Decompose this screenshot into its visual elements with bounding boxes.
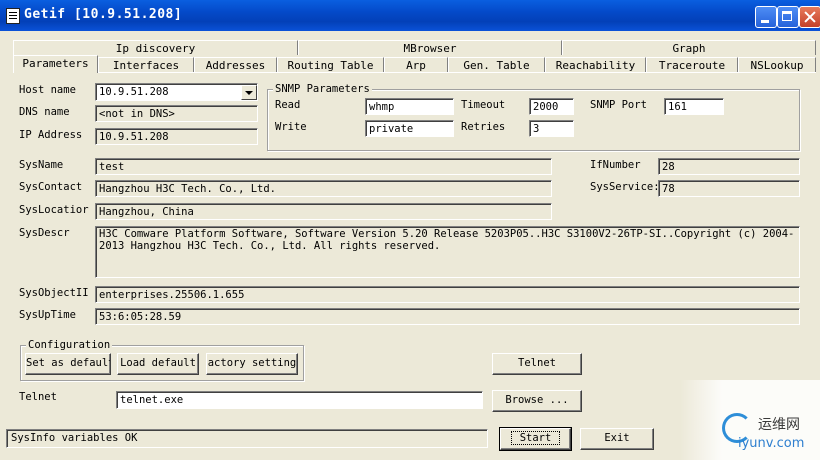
- sysuptime-label: SysUpTime: [19, 309, 76, 321]
- sysuptime-field: 53:6:05:28.59: [95, 308, 800, 325]
- write-community-label: Write: [275, 121, 307, 133]
- read-community-input[interactable]: whmp: [365, 98, 454, 115]
- factory-setting-button[interactable]: actory setting: [206, 353, 298, 375]
- snmp-port-label: SNMP Port: [590, 99, 647, 111]
- timeout-label: Timeout: [461, 99, 506, 111]
- sysobjectid-field: enterprises.25506.1.655: [95, 286, 800, 303]
- sysobjectid-label: SysObjectII: [19, 287, 89, 299]
- sysdescr-label: SysDescr: [19, 227, 70, 239]
- tab-reachability[interactable]: Reachability: [545, 57, 646, 72]
- sysname-label: SysName: [19, 159, 64, 171]
- ifnumber-label: IfNumber: [590, 159, 641, 171]
- chevron-down-icon[interactable]: [241, 85, 257, 100]
- start-button-label: Start: [510, 431, 561, 445]
- tab-mbrowser[interactable]: MBrowser: [298, 40, 562, 55]
- tab-interfaces[interactable]: Interfaces: [98, 57, 194, 72]
- ip-address-label: IP Address: [19, 129, 83, 141]
- tab-addresses[interactable]: Addresses: [194, 57, 277, 72]
- sysdescr-field: H3C Comware Platform Software, Software …: [95, 226, 800, 278]
- close-button[interactable]: [799, 6, 820, 28]
- maximize-button[interactable]: [777, 6, 799, 28]
- dns-name-field: <not in DNS>: [95, 105, 258, 122]
- syscontact-label: SysContact: [19, 181, 83, 193]
- snmp-parameters-title: SNMP Parameters: [273, 83, 372, 95]
- title-bar: Getif [10.9.51.208]: [0, 0, 820, 31]
- ifnumber-field: 28: [658, 158, 800, 175]
- snmp-port-input[interactable]: 161: [664, 98, 724, 115]
- exit-button[interactable]: Exit: [580, 428, 654, 450]
- host-name-combo[interactable]: 10.9.51.208: [95, 83, 258, 101]
- load-default-button[interactable]: Load default: [117, 353, 199, 375]
- ip-address-field: 10.9.51.208: [95, 128, 258, 145]
- set-as-default-button[interactable]: Set as default: [25, 353, 111, 375]
- configuration-title: Configuration: [26, 339, 113, 351]
- watermark-url: iyunv.com: [738, 436, 805, 451]
- tab-routing-table[interactable]: Routing Table: [277, 57, 384, 72]
- tab-nslookup[interactable]: NSLookup: [738, 57, 816, 72]
- tab-arp[interactable]: Arp: [384, 57, 448, 72]
- sysname-field: test: [95, 158, 552, 175]
- tab-gen-table[interactable]: Gen. Table: [448, 57, 545, 72]
- syslocation-field: Hangzhou, China: [95, 203, 552, 220]
- watermark-text: 运维网: [758, 417, 800, 433]
- status-bar: SysInfo variables OK: [6, 429, 488, 448]
- write-community-input[interactable]: private: [365, 120, 454, 137]
- telnet-path-input[interactable]: telnet.exe: [116, 391, 483, 409]
- dns-name-label: DNS name: [19, 106, 70, 118]
- tab-parameters[interactable]: Parameters: [13, 55, 98, 73]
- retries-input[interactable]: 3: [529, 120, 574, 137]
- retries-label: Retries: [461, 121, 506, 133]
- telnet-button[interactable]: Telnet: [492, 353, 582, 375]
- read-community-label: Read: [275, 99, 301, 111]
- tab-ip-discovery[interactable]: Ip discovery: [13, 40, 298, 55]
- timeout-input[interactable]: 2000: [529, 98, 574, 115]
- app-icon: [6, 8, 20, 24]
- getif-window: Getif [10.9.51.208] Ip discovery MBrowse…: [0, 0, 820, 460]
- tab-graph[interactable]: Graph: [562, 40, 816, 55]
- start-button[interactable]: Start: [499, 427, 572, 451]
- browse-button[interactable]: Browse ...: [492, 390, 582, 412]
- minimize-button[interactable]: [755, 6, 777, 28]
- window-title: Getif [10.9.51.208]: [24, 7, 183, 22]
- tab-traceroute[interactable]: Traceroute: [646, 57, 738, 72]
- sysservices-field: 78: [658, 180, 800, 197]
- syslocation-label: SysLocatior: [19, 204, 89, 216]
- syscontact-field: Hangzhou H3C Tech. Co., Ltd.: [95, 180, 552, 197]
- host-name-label: Host name: [19, 84, 76, 96]
- telnet-label: Telnet: [19, 391, 57, 403]
- sysservices-label: SysService:: [590, 181, 660, 193]
